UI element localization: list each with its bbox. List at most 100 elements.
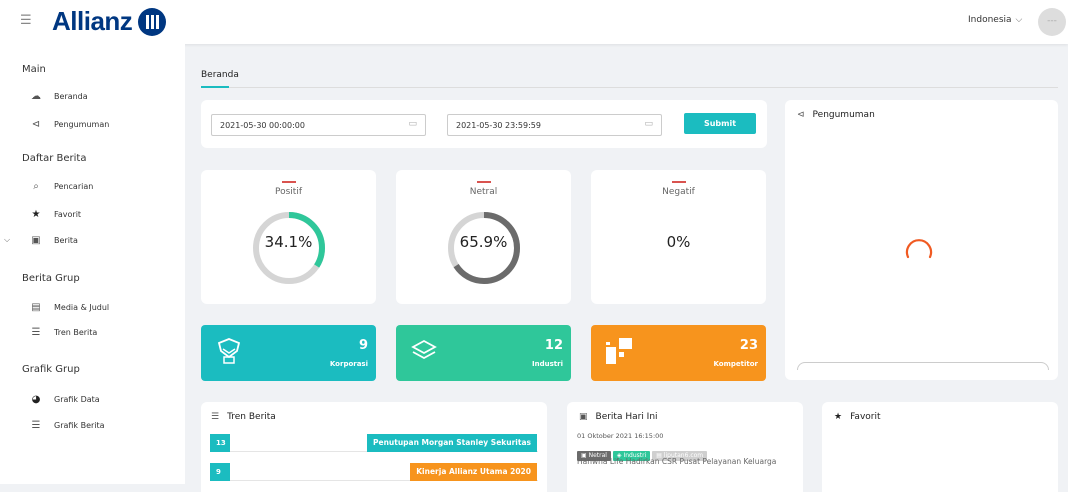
sidebar-item-label: Berita xyxy=(54,235,78,245)
today-news-header: ▣ Berita Hari Ini xyxy=(579,412,658,422)
sidebar-item-label: Grafik Data xyxy=(54,394,100,404)
star-icon: ★ xyxy=(834,412,843,422)
sidebar-item-pengumuman[interactable]: ⊲ Pengumuman xyxy=(30,116,110,132)
list-icon: ☰ xyxy=(211,412,220,422)
sentiment-indicator xyxy=(476,181,491,183)
sidebar-section-daftar-berita: Daftar Berita xyxy=(22,153,87,164)
stat-value: 23 xyxy=(739,338,758,353)
pie-chart-icon: ◕ xyxy=(31,393,41,405)
stat-card-industri[interactable]: 12 Industri xyxy=(396,325,571,381)
sentiment-label: Negatif xyxy=(662,187,695,197)
language-selector[interactable]: Indonesia ⌵ xyxy=(968,15,1022,25)
sidebar-item-label: Favorit xyxy=(54,209,82,219)
bar-chart-icon: ☰ xyxy=(31,419,41,431)
blocks-icon xyxy=(606,338,632,364)
stat-label: Industri xyxy=(532,360,563,368)
stat-value: 12 xyxy=(544,338,563,353)
calendar-icon: ▭ xyxy=(644,119,653,129)
sidebar-item-label: Beranda xyxy=(54,91,88,101)
today-news-title: Berita Hari Ini xyxy=(595,412,658,422)
avatar[interactable]: --- xyxy=(1038,8,1066,36)
megaphone-icon: ⊲ xyxy=(797,110,805,120)
search-icon: ⌕ xyxy=(33,180,39,192)
star-icon: ★ xyxy=(31,208,41,220)
sidebar-item-pencarian[interactable]: ⌕ Pencarian xyxy=(30,178,93,194)
monitor-icon: ▣ xyxy=(31,234,41,246)
stat-card-korporasi[interactable]: 9 Korporasi xyxy=(201,325,376,381)
sidebar-item-beranda[interactable]: ☁ Beranda xyxy=(30,88,88,104)
loading-spinner-icon xyxy=(905,239,933,259)
sentiment-label: Positif xyxy=(275,187,302,197)
sentiment-value: 65.9% xyxy=(459,233,508,251)
sidebar-item-berita[interactable]: ▣ Berita xyxy=(30,232,78,248)
sentiment-card-negatif: Negatif 0% xyxy=(591,170,766,304)
sidebar-item-favorit[interactable]: ★ Favorit xyxy=(30,206,82,222)
chevron-down-icon: ⌵ xyxy=(1015,15,1023,25)
announcement-title: Pengumuman xyxy=(812,110,875,120)
stat-card-kompetitor[interactable]: 23 Kompetitor xyxy=(591,325,766,381)
end-date-value: 2021-05-30 23:59:59 xyxy=(456,121,541,130)
date-filter-card: 2021-05-30 00:00:00 ▭ 2021-05-30 23:59:59… xyxy=(201,100,767,148)
document-icon: ▤ xyxy=(31,301,41,313)
sentiment-label: Netral xyxy=(469,187,498,197)
sidebar-section-grafik-grup: Grafik Grup xyxy=(22,364,80,375)
sidebar-item-label: Grafik Berita xyxy=(54,420,105,430)
sidebar: Main ☁ Beranda ⊲ Pengumuman Daftar Berita … xyxy=(0,44,185,484)
favorite-header: ★ Favorit xyxy=(834,412,881,422)
sidebar-section-main: Main xyxy=(22,64,46,75)
cloud-icon: ☁ xyxy=(31,90,41,102)
start-date-value: 2021-05-30 00:00:00 xyxy=(220,121,305,130)
sidebar-item-media-judul[interactable]: ▤ Media & Judul xyxy=(30,299,109,315)
sentiment-indicator xyxy=(281,181,296,183)
sidebar-section-berita-grup: Berita Grup xyxy=(22,273,80,284)
logo[interactable]: Allianz xyxy=(52,6,167,37)
trend-header: ☰ Tren Berita xyxy=(211,412,276,422)
trend-label[interactable]: Kinerja Allianz Utama 2020 xyxy=(410,463,537,481)
language-label: Indonesia xyxy=(968,15,1012,25)
sentiment-value: 0% xyxy=(666,233,691,251)
sidebar-item-tren-berita[interactable]: ☰ Tren Berita xyxy=(30,324,98,340)
announcement-scroll-track[interactable] xyxy=(797,362,1049,370)
trend-count: 9 xyxy=(210,463,230,481)
sentiment-card-netral: Netral 65.9% xyxy=(396,170,571,304)
trend-card: ☰ Tren Berita 13 Penutupan Morgan Stanley… xyxy=(201,402,547,492)
sidebar-item-grafik-berita[interactable]: ☰ Grafik Berita xyxy=(30,417,105,433)
monitor-icon: ▣ xyxy=(579,412,588,422)
megaphone-icon: ⊲ xyxy=(31,118,41,130)
favorite-title: Favorit xyxy=(850,412,881,422)
start-date-field[interactable]: 2021-05-30 00:00:00 ▭ xyxy=(211,114,426,136)
sentiment-value: 34.1% xyxy=(264,233,313,251)
logo-text: Allianz xyxy=(52,6,133,36)
sidebar-item-label: Tren Berita xyxy=(54,327,98,337)
menu-toggle-icon[interactable]: ☰ xyxy=(20,13,32,28)
sentiment-indicator xyxy=(671,181,686,183)
trend-count: 13 xyxy=(210,434,230,452)
top-bar: ☰ Allianz Indonesia ⌵ --- xyxy=(0,0,1068,44)
handshake-icon xyxy=(217,338,241,364)
favorite-card: ★ Favorit xyxy=(822,402,1058,492)
news-headline[interactable]: Hanwha Life Hadirkan CSR Pusat Pelayanan… xyxy=(577,457,777,467)
stat-label: Korporasi xyxy=(329,360,368,368)
allianz-eagle-icon xyxy=(138,7,167,36)
breadcrumb: Beranda xyxy=(201,62,1058,88)
stat-value: 9 xyxy=(358,338,368,353)
layers-icon xyxy=(411,339,437,360)
list-icon: ☰ xyxy=(31,326,41,338)
sidebar-item-label: Pencarian xyxy=(54,181,94,191)
announcement-header: ⊲ Pengumuman xyxy=(797,110,875,120)
sidebar-item-grafik-data[interactable]: ◕ Grafik Data xyxy=(30,391,100,407)
sidebar-item-label: Media & Judul xyxy=(54,302,110,312)
tab-active-indicator xyxy=(201,86,229,88)
submit-button[interactable]: Submit xyxy=(684,113,756,134)
end-date-field[interactable]: 2021-05-30 23:59:59 ▭ xyxy=(447,114,662,136)
news-timestamp: 01 Oktober 2021 16:15:00 xyxy=(577,432,664,440)
tab-beranda[interactable]: Beranda xyxy=(201,70,239,80)
sidebar-item-label: Pengumuman xyxy=(54,119,110,129)
trend-title: Tren Berita xyxy=(227,412,276,422)
chevron-down-icon[interactable]: ⌵ xyxy=(4,235,10,245)
trend-label[interactable]: Penutupan Morgan Stanley Sekuritas xyxy=(366,434,537,452)
calendar-icon: ▭ xyxy=(408,119,417,129)
stat-label: Kompetitor xyxy=(713,360,758,368)
today-news-card: ▣ Berita Hari Ini 01 Oktober 2021 16:15:0… xyxy=(567,402,803,492)
sentiment-card-positif: Positif 34.1% xyxy=(201,170,376,304)
